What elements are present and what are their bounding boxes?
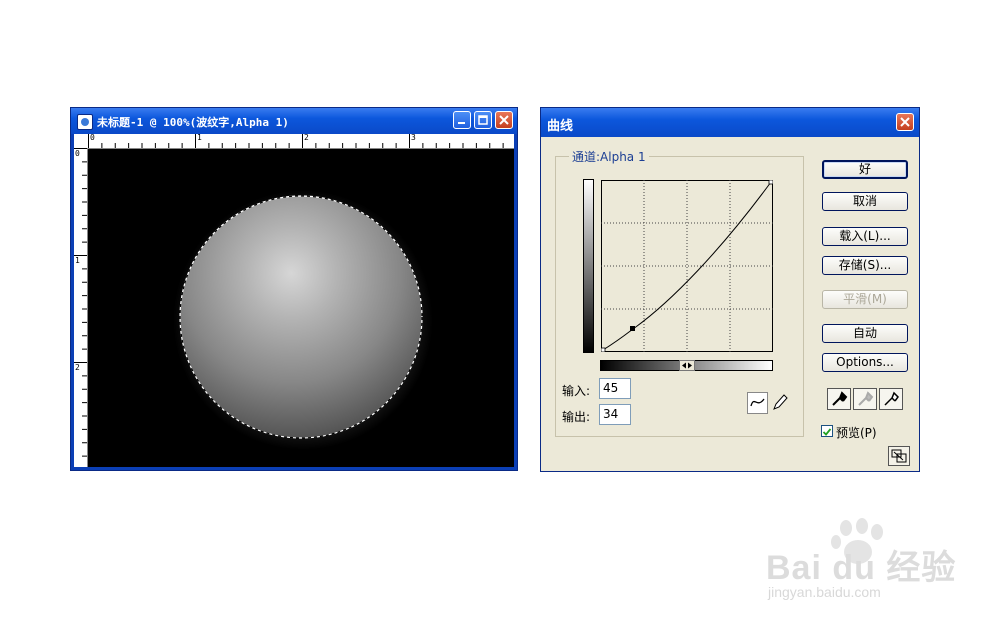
options-button[interactable]: Options...: [822, 353, 908, 372]
input-field[interactable]: 45: [599, 378, 631, 399]
white-eyedropper-icon: [884, 391, 899, 406]
curve-point-selected: [630, 326, 635, 331]
curve-tool-group: [747, 392, 793, 416]
image-window-title: 未标题-1 @ 100%(波纹字,Alpha 1): [97, 116, 289, 129]
expand-dialog-button[interactable]: [888, 446, 910, 466]
ruler-label-3: 3: [411, 133, 416, 142]
watermark-url: jingyan.baidu.com: [768, 584, 881, 600]
output-field[interactable]: 34: [599, 404, 631, 425]
close-icon: [900, 117, 910, 127]
save-button[interactable]: 存储(S)...: [822, 256, 908, 275]
black-eyedropper-icon: [832, 391, 848, 406]
output-label: 输出:: [562, 410, 591, 424]
baidu-jingyan-watermark: Bai du 经验 jingyan.baidu.com: [766, 518, 956, 608]
minimize-button[interactable]: [453, 111, 471, 129]
maximize-button[interactable]: [474, 111, 492, 129]
channel-label[interactable]: 通道:Alpha 1: [569, 148, 649, 165]
output-gradient-bar: [583, 179, 594, 353]
watermark-brand: Bai du 经验: [766, 549, 957, 587]
auto-button[interactable]: 自动: [822, 324, 908, 343]
smooth-button[interactable]: 平滑(M): [822, 290, 908, 309]
ruler-label-2: 2: [304, 133, 309, 142]
ok-button[interactable]: 好: [822, 160, 908, 179]
gray-eyedropper-icon: [858, 391, 874, 406]
cancel-button[interactable]: 取消: [822, 192, 908, 211]
curves-dialog[interactable]: 曲线 通道:Alpha 1 输入: 45 输出: 34 好 取消 载入(L)..…: [540, 107, 920, 472]
ruler-label-v1: 1: [75, 256, 80, 265]
ruler-label-v2: 2: [75, 363, 80, 372]
image-window-titlebar[interactable]: 未标题-1 @ 100%(波纹字,Alpha 1): [71, 108, 517, 134]
curve-point-tool[interactable]: [747, 392, 768, 414]
image-document-window[interactable]: 未标题-1 @ 100%(波纹字,Alpha 1) 0 1 2 3 0 1 2: [70, 107, 518, 471]
curve-point-endpoint-white: [768, 180, 773, 185]
load-button[interactable]: 载入(L)...: [822, 227, 908, 246]
ruler-label-0: 0: [90, 133, 95, 142]
pencil-tool[interactable]: [770, 392, 791, 414]
vertical-ruler-ticks: [74, 148, 87, 457]
preview-checkbox[interactable]: [821, 425, 833, 437]
horizontal-ruler[interactable]: 0 1 2 3: [87, 133, 514, 149]
ruler-label-v0: 0: [75, 149, 80, 158]
black-eyedropper-button[interactable]: [827, 388, 851, 410]
ruler-origin[interactable]: [74, 134, 87, 148]
vertical-ruler[interactable]: 0 1 2: [74, 148, 88, 467]
white-eyedropper-button[interactable]: [879, 388, 903, 410]
preview-label[interactable]: 预览(P): [836, 424, 877, 441]
arrows-icon: [682, 362, 692, 369]
ruler-label-1: 1: [197, 133, 202, 142]
eyedropper-group: [827, 388, 903, 410]
photoshop-document-icon: [77, 114, 93, 130]
curve-tool-icon: [750, 398, 765, 407]
curve-graph[interactable]: [601, 180, 773, 352]
curves-dialog-title: 曲线: [547, 119, 574, 134]
curve-point-endpoint-black: [601, 347, 606, 352]
checkmark-icon: [822, 428, 832, 436]
close-button[interactable]: [495, 111, 513, 129]
circular-selection-marquee[interactable]: [178, 194, 424, 440]
minimize-icon: [458, 122, 465, 124]
horizontal-ruler-ticks: [88, 134, 504, 148]
maximize-icon: [478, 115, 488, 125]
dialog-close-button[interactable]: [896, 113, 914, 131]
gradient-direction-toggle[interactable]: [679, 360, 695, 371]
expand-icon: [891, 449, 907, 463]
image-canvas[interactable]: [88, 149, 514, 467]
pencil-icon: [773, 394, 788, 410]
input-label: 输入:: [562, 384, 591, 398]
curves-titlebar[interactable]: 曲线: [541, 108, 919, 137]
close-icon: [499, 115, 509, 125]
gray-eyedropper-button[interactable]: [853, 388, 877, 410]
